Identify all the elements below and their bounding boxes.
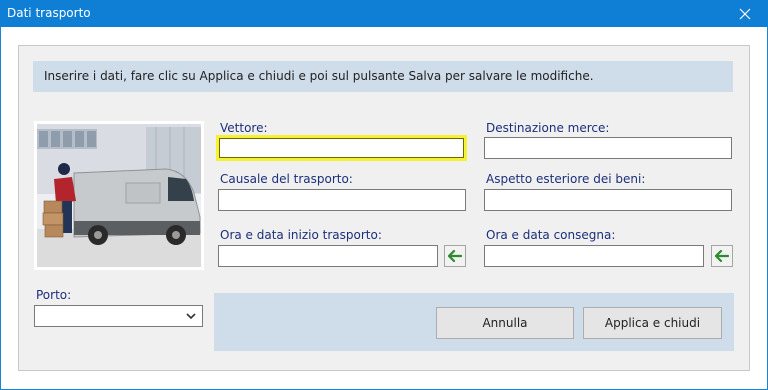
close-icon	[739, 8, 751, 19]
dialog-window: Dati trasporto Inserire i dati, fare cli…	[0, 0, 768, 390]
consegna-now-button[interactable]	[711, 245, 733, 267]
destinazione-input[interactable]	[484, 137, 732, 159]
aspetto-input[interactable]	[484, 189, 732, 211]
delivery-van-photo	[34, 121, 204, 270]
consegna-label: Ora e data consegna:	[486, 228, 616, 242]
arrow-left-icon	[715, 250, 729, 262]
porto-select[interactable]	[34, 305, 203, 327]
causale-label: Causale del trasporto:	[220, 172, 353, 186]
chevron-down-icon	[186, 313, 196, 320]
applica-e-chiudi-button[interactable]: Applica e chiudi	[583, 307, 722, 339]
window-title: Dati trasporto	[7, 6, 91, 20]
arrow-left-icon	[448, 250, 462, 262]
destinazione-label: Destinazione merce:	[486, 121, 610, 135]
porto-label: Porto:	[36, 288, 72, 302]
inizio-now-button[interactable]	[444, 245, 466, 267]
inizio-label: Ora e data inizio trasporto:	[220, 228, 382, 242]
annulla-button[interactable]: Annulla	[436, 307, 574, 339]
vettore-label: Vettore:	[220, 121, 268, 135]
info-bar: Inserire i dati, fare clic su Applica e …	[33, 61, 733, 92]
info-text: Inserire i dati, fare clic su Applica e …	[44, 69, 594, 83]
aspetto-label: Aspetto esteriore dei beni:	[486, 172, 646, 186]
vettore-input[interactable]	[216, 135, 467, 161]
causale-input[interactable]	[218, 189, 466, 211]
inizio-input[interactable]	[218, 245, 438, 267]
close-button[interactable]	[722, 0, 768, 27]
consegna-input[interactable]	[484, 245, 704, 267]
title-bar: Dati trasporto	[0, 0, 768, 27]
